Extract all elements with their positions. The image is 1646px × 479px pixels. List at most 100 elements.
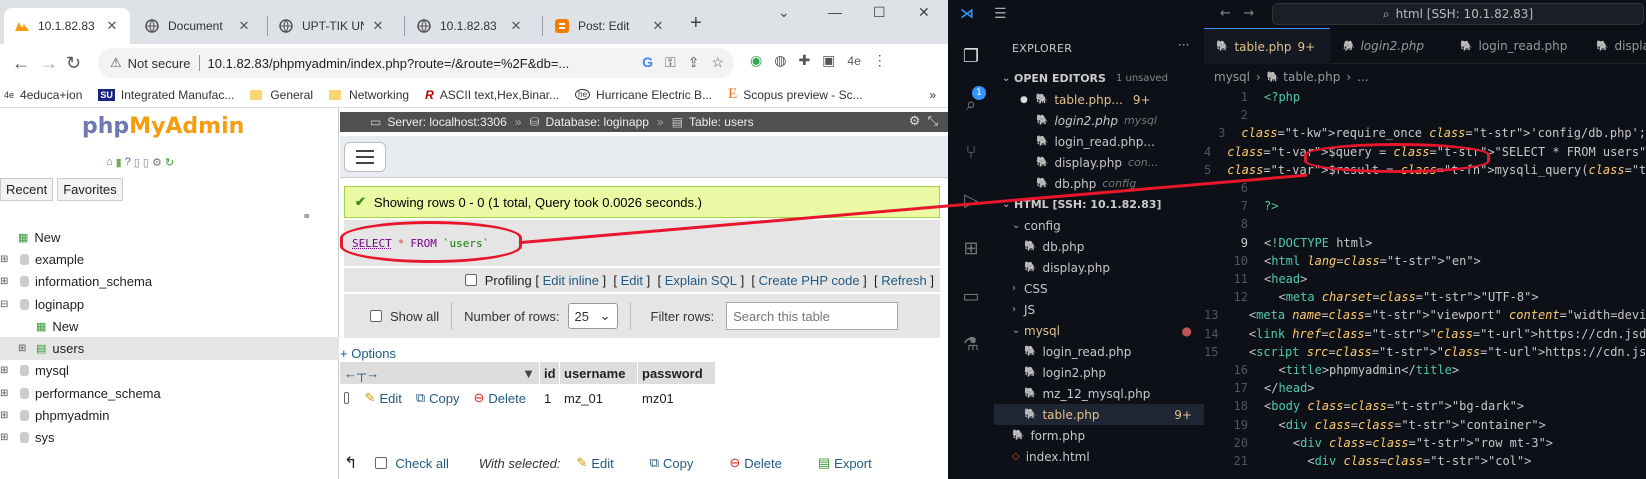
code-text[interactable]: <head> [1264, 272, 1307, 286]
breadcrumb-symbol[interactable]: ... [1357, 70, 1368, 84]
code-line[interactable]: 20 <div class=class="t-str">"row mt-3"> [1204, 434, 1646, 452]
home-icon[interactable]: ⌂ [106, 156, 113, 169]
code-line[interactable]: 17 </head> [1204, 379, 1646, 397]
number-of-rows-select[interactable]: 25 ⌄ [567, 303, 618, 329]
filter-rows-input[interactable]: Search this table [726, 302, 899, 330]
reload-nav-icon[interactable]: ↻ [165, 156, 174, 169]
code-line[interactable]: 3 class="t-kw">require_once class="t-str"… [1204, 124, 1646, 142]
create-php-code-link[interactable]: Create PHP code [759, 273, 860, 288]
file-table-php[interactable]: 🐘 table.php 9+ [994, 404, 1204, 425]
tree-db-phpmyadmin[interactable]: ⊞ phpmyadmin [0, 404, 339, 426]
security-label[interactable]: Not secure [128, 56, 191, 71]
remote-explorer-icon[interactable]: ▭ [959, 284, 983, 308]
more-actions-icon[interactable]: ··· [1178, 38, 1189, 52]
explorer-icon[interactable]: ❐ [959, 44, 983, 68]
extension-globe-icon[interactable]: ◍ [774, 52, 786, 69]
tree-db-loginapp[interactable]: ⊟ loginapp [0, 293, 339, 315]
editor-tab-table-php[interactable]: 🐘 table.php 9+ [1204, 28, 1330, 64]
maximize-button[interactable]: ☐ [873, 4, 886, 21]
open-editor-login-read[interactable]: 🐘 login_read.php... [994, 131, 1204, 152]
expand-icon[interactable]: ⊞ [18, 343, 28, 354]
code-line[interactable]: 19 <div class=class="t-str">"container"> [1204, 416, 1646, 434]
open-editor-table-php[interactable]: ● 🐘 table.php... 9+ [994, 89, 1204, 110]
code-text[interactable]: <html lang=class="t-str">"en"> [1264, 254, 1481, 268]
tree-new-database[interactable]: ▦ New [0, 226, 339, 248]
code-text[interactable]: <!DOCTYPE html> [1264, 236, 1372, 250]
close-icon[interactable]: ✕ [650, 18, 666, 34]
browser-tab-ip[interactable]: 10.1.82.83 ✕ [406, 8, 534, 44]
expand-icon[interactable]: ⊞ [0, 254, 10, 265]
code-line[interactable]: 7 ?> [1204, 197, 1646, 215]
column-header-password[interactable]: password [638, 362, 716, 384]
command-center[interactable]: ⌕ html [SSH: 10.1.82.83] [1272, 3, 1644, 25]
editor-tab-login-read[interactable]: 🐘 login_read.php [1448, 28, 1584, 64]
tree-db-example[interactable]: ⊞ example [0, 248, 339, 270]
code-text[interactable]: <div class=class="t-str">"col"> [1264, 454, 1531, 468]
expand-icon[interactable]: ⊞ [0, 388, 10, 399]
star-icon[interactable]: ☆ [711, 54, 724, 71]
open-editors-header[interactable]: ⌄ OPEN EDITORS 1 unsaved [994, 68, 1204, 89]
bookmark-hurricane[interactable]: he Hurricane Electric B... [575, 88, 712, 102]
browser-tab-post-edit[interactable]: Post: Edit ✕ [544, 8, 676, 44]
logout-icon[interactable]: ▮ [116, 156, 122, 169]
refresh-link[interactable]: Refresh [881, 273, 927, 288]
code-text[interactable]: </head> [1264, 381, 1315, 395]
gear-icon[interactable]: ⚙ [909, 113, 921, 128]
expand-icon[interactable]: ⊞ [0, 432, 10, 443]
url-text[interactable]: 10.1.82.83/phpmyadmin/index.php?route=/&… [208, 56, 608, 71]
bookmark-networking[interactable]: Networking [329, 88, 409, 102]
file-form-php[interactable]: 🐘 form.php [994, 425, 1204, 446]
column-header-id[interactable]: id [540, 362, 560, 384]
close-icon[interactable]: ✕ [370, 18, 386, 34]
code-line[interactable]: 21 <div class=class="t-str">"col"> [1204, 452, 1646, 470]
copy-icon[interactable]: ▯ [143, 156, 149, 169]
link-chain-icon[interactable]: ⚭ [302, 210, 311, 223]
sidepanel-icon[interactable]: ▣ [822, 52, 835, 69]
code-line[interactable]: 8 [1204, 215, 1646, 233]
column-header-username[interactable]: username [560, 362, 638, 384]
folder-mysql[interactable]: ⌄ mysql ● [994, 320, 1204, 341]
code-line[interactable]: 16 <title>phpmyadmin</title> [1204, 361, 1646, 379]
source-control-icon[interactable]: ⑂ [959, 140, 983, 164]
breadcrumb-table[interactable]: Table: users [689, 115, 754, 129]
settings-icon[interactable]: ⚙ [152, 156, 162, 169]
collapse-icon[interactable]: ⤡ [928, 113, 938, 128]
tree-db-performance-schema[interactable]: ⊞ performance_schema [0, 382, 339, 404]
folder-js[interactable]: › JS [994, 299, 1204, 320]
edit-inline-link[interactable]: Edit inline [543, 273, 599, 288]
expand-icon[interactable]: ⊞ [0, 410, 10, 421]
code-text[interactable]: class="t-kw">require_once class="t-str">… [1241, 126, 1646, 140]
address-bar[interactable]: ⚠ Not secure 10.1.82.83/phpmyadmin/index… [98, 48, 734, 78]
sort-icon[interactable]: ▼ [522, 366, 535, 381]
back-icon[interactable]: ← [12, 53, 30, 74]
file-mz12-mysql-php[interactable]: 🐘 mz_12_mysql.php [994, 383, 1204, 404]
breadcrumb-folder[interactable]: mysql [1214, 70, 1250, 84]
breadcrumb-database[interactable]: Database: loginapp [546, 115, 649, 129]
browser-tab-phpmyadmin[interactable]: 10.1.82.83 / lo ✕ [4, 8, 130, 44]
cell-id[interactable]: 1 [540, 391, 560, 406]
code-line[interactable]: 2 [1204, 106, 1646, 124]
code-text[interactable]: <meta name=class="t-str">"viewport" cont… [1234, 308, 1646, 322]
code-line[interactable]: 6 [1204, 179, 1646, 197]
reload-icon[interactable]: ↻ [66, 53, 81, 74]
row-edit-link[interactable]: Edit [379, 391, 401, 406]
run-debug-icon[interactable]: ▷ [959, 188, 983, 212]
extensions-icon[interactable]: ⊞ [959, 236, 983, 260]
browser-tab-upt-tik[interactable]: UPT-TIK UNS ✕ [268, 8, 396, 44]
folder-config[interactable]: ⌄ config [994, 215, 1204, 236]
code-line[interactable]: 12 <meta charset=class="t-str">"UTF-8"> [1204, 288, 1646, 306]
minimize-button[interactable]: — [828, 4, 842, 20]
tree-db-information-schema[interactable]: ⊞ information_schema [0, 271, 339, 293]
explain-sql-link[interactable]: Explain SQL [665, 273, 737, 288]
editor-tab-display[interactable]: 🐘 display.php [1584, 28, 1646, 64]
bookmark-integrated-manufac[interactable]: SU Integrated Manufac... [98, 88, 234, 102]
edit-link[interactable]: Edit [621, 273, 643, 288]
code-line[interactable]: 11 <head> [1204, 270, 1646, 288]
code-line[interactable]: 13 <meta name=class="t-str">"viewport" c… [1204, 306, 1646, 324]
bookmark-general[interactable]: General [250, 88, 313, 102]
file-index-html[interactable]: ◇ index.html [994, 446, 1204, 467]
check-all-label[interactable]: Check all [395, 456, 448, 471]
bulk-copy-button[interactable]: Copy [663, 456, 693, 471]
search-icon[interactable]: ⌕ [959, 92, 983, 116]
menu-icon[interactable]: ☰ [994, 6, 1007, 22]
